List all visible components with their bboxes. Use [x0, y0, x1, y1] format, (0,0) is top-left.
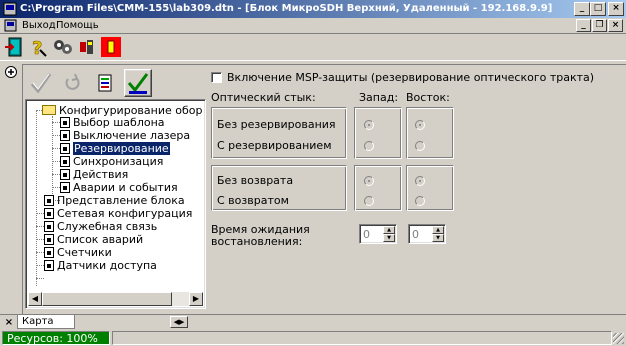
svg-text:?: ?: [32, 38, 42, 58]
revert-east-group: [406, 165, 454, 211]
document-icon: [44, 260, 54, 271]
app-icon: [3, 2, 17, 16]
spin-up-icon[interactable]: ▲: [383, 226, 395, 234]
scroll-left-icon[interactable]: ◀: [28, 292, 42, 306]
close-button[interactable]: ×: [608, 2, 624, 16]
redundancy-east-group: [406, 107, 454, 159]
document-icon: [60, 169, 70, 180]
wait-west-value: 0: [363, 228, 370, 241]
no-redundancy-label: Без резервирования: [217, 118, 336, 131]
resize-grip-icon[interactable]: [613, 333, 624, 344]
wait-west-spinner[interactable]: 0 ▲ ▼: [359, 224, 397, 244]
network-devices-icon[interactable]: [52, 36, 74, 58]
tree-item-redundancy[interactable]: Резервирование: [60, 142, 170, 155]
msp-checkbox-label: Включение MSP-защиты (резервирование опт…: [227, 71, 595, 84]
tree-item-access-sensors[interactable]: Датчики доступа: [44, 259, 157, 272]
west-column-label: Запад:: [359, 91, 399, 104]
no-revert-west-radio[interactable]: [364, 176, 374, 186]
no-redundancy-west-radio[interactable]: [364, 120, 374, 130]
menu-bar: Выход Помощь _ ❐ ×: [0, 18, 626, 33]
alarm-red-icon[interactable]: [100, 36, 122, 58]
wait-east-value: 0: [412, 228, 419, 241]
undo-icon[interactable]: [60, 70, 86, 96]
document-icon: [44, 195, 54, 206]
with-redundancy-west-radio[interactable]: [364, 141, 374, 151]
resources-status: Ресурсов: 100%: [2, 331, 110, 345]
document-icon: [44, 234, 54, 245]
with-redundancy-east-radio[interactable]: [415, 141, 425, 151]
optical-junction-label: Оптический стык:: [211, 91, 316, 104]
document-icon: [60, 182, 70, 193]
tab-network-map[interactable]: Карта сети: [17, 315, 75, 340]
restore-label: востановления:: [211, 235, 303, 248]
no-redundancy-east-radio[interactable]: [415, 120, 425, 130]
tree-item-alarms-events[interactable]: Аварии и события: [60, 181, 178, 194]
settings-tool-icon[interactable]: [76, 36, 98, 58]
checkmark-gray-icon[interactable]: [28, 70, 54, 96]
spin-down-icon[interactable]: ▼: [432, 234, 444, 242]
tree-item-service-link[interactable]: Служебная связь: [44, 220, 157, 233]
document-icon: [60, 130, 70, 141]
menu-help[interactable]: Помощь: [56, 19, 99, 32]
apply-button[interactable]: [124, 69, 152, 97]
no-revert-east-radio[interactable]: [415, 176, 425, 186]
refresh-icon[interactable]: [92, 70, 118, 96]
minimize-button[interactable]: _: [574, 2, 590, 16]
with-redundancy-label: С резервированием: [217, 139, 332, 152]
tree-horizontal-scrollbar[interactable]: ◀ ▶: [28, 292, 203, 306]
document-icon: [44, 208, 54, 219]
document-icon: [60, 143, 70, 154]
mdi-minimize-button[interactable]: _: [576, 19, 591, 32]
document-icon: [44, 221, 54, 232]
east-column-label: Восток:: [406, 91, 450, 104]
spin-up-icon[interactable]: ▲: [432, 226, 444, 234]
config-window: Конфигурирование обор Выбор шаблона Выкл…: [22, 64, 626, 314]
window-title: C:\Program Files\CMM-155\lab309.dtn - [Б…: [20, 3, 553, 14]
no-revert-label: Без возврата: [217, 174, 294, 187]
tab-close-icon[interactable]: ×: [3, 317, 15, 329]
apply-checkmark-icon: [127, 73, 149, 94]
revert-west-group: [354, 165, 402, 211]
msp-checkbox[interactable]: [211, 72, 222, 83]
main-toolbar: ?: [0, 33, 626, 61]
tree-item-actions[interactable]: Действия: [60, 168, 128, 181]
scrollbar-thumb[interactable]: [42, 292, 172, 306]
config-tree[interactable]: Конфигурирование обор Выбор шаблона Выкл…: [25, 99, 206, 309]
tree-item-network-config[interactable]: Сетевая конфигурация: [44, 207, 192, 220]
mdi-close-button[interactable]: ×: [608, 19, 623, 32]
redundancy-west-group: [354, 107, 402, 159]
with-revert-label: С возвратом: [217, 194, 289, 207]
help-question-icon[interactable]: ?: [28, 36, 50, 58]
with-revert-east-radio[interactable]: [415, 196, 425, 206]
document-icon: [60, 117, 70, 128]
spin-down-icon[interactable]: ▼: [383, 234, 395, 242]
exit-door-icon[interactable]: [4, 36, 26, 58]
document-icon: [60, 156, 70, 167]
tree-item-alarm-list[interactable]: Список аварий: [44, 233, 143, 246]
tree-item-laser-off[interactable]: Выключение лазера: [60, 129, 190, 142]
tree-item-counters[interactable]: Счетчики: [44, 246, 112, 259]
tree-item-template[interactable]: Выбор шаблона: [60, 116, 165, 129]
folder-open-icon: [42, 105, 56, 115]
wait-east-spinner[interactable]: 0 ▲ ▼: [408, 224, 446, 244]
doc-icon: [4, 19, 17, 32]
document-icon: [44, 247, 54, 258]
tab-bar: × Карта сети ◀▶: [0, 314, 626, 340]
title-bar: C:\Program Files\CMM-155\lab309.dtn - [Б…: [0, 0, 626, 18]
status-panel: [112, 331, 612, 345]
config-toolbar: [26, 67, 206, 99]
maximize-button[interactable]: □: [590, 2, 606, 16]
tree-item-block-view[interactable]: Представление блока: [44, 194, 185, 207]
mdi-restore-button[interactable]: ❐: [592, 19, 607, 32]
zoom-in-icon[interactable]: [4, 65, 18, 79]
with-revert-west-radio[interactable]: [364, 196, 374, 206]
tab-scroll-arrows-icon[interactable]: ◀▶: [170, 316, 188, 328]
scroll-right-icon[interactable]: ▶: [189, 292, 203, 306]
status-bar: Ресурсов: 100%: [0, 330, 626, 346]
tree-item-sync[interactable]: Синхронизация: [60, 155, 163, 168]
menu-exit[interactable]: Выход: [22, 19, 56, 32]
